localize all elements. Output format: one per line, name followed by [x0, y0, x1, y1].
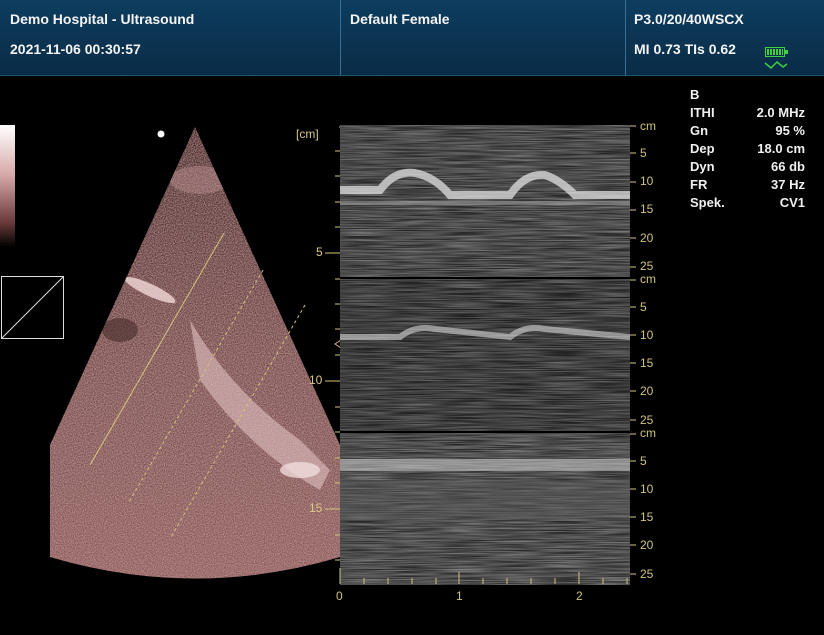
m-mode-tick: 5 — [640, 300, 647, 314]
m-mode-tick: 5 — [640, 146, 647, 160]
m-mode-tick: 15 — [640, 356, 654, 370]
m-mode-tick: 10 — [640, 482, 654, 496]
m-mode-tick: 20 — [640, 384, 654, 398]
time-axis-ticks — [339, 568, 628, 584]
m-mode-panels[interactable] — [340, 125, 630, 585]
m-mode-tick: 25 — [640, 413, 654, 427]
orientation-marker — [157, 130, 165, 138]
m-mode-tick: 15 — [640, 202, 654, 216]
m-mode-tick: 20 — [640, 538, 654, 552]
m-mode-tick: 10 — [640, 174, 654, 188]
depth-label: 5 — [316, 245, 323, 259]
m-mode-unit: cm — [640, 426, 656, 440]
m-mode-tick: 25 — [640, 567, 654, 581]
depth-unit: [cm] — [296, 127, 319, 141]
m-mode-unit: cm — [640, 272, 656, 286]
depth-label: 10 — [309, 373, 323, 387]
m-mode-tick: 10 — [640, 328, 654, 342]
m-mode-tick: 15 — [640, 510, 654, 524]
depth-label: 15 — [309, 501, 323, 515]
time-label: 2 — [576, 589, 583, 603]
time-label: 1 — [456, 589, 463, 603]
m-mode-unit: cm — [640, 119, 656, 133]
time-label: 0 — [336, 589, 343, 603]
m-mode-tick: 25 — [640, 259, 654, 273]
m-mode-tick: 5 — [640, 454, 647, 468]
m-mode-tick: 20 — [640, 231, 654, 245]
